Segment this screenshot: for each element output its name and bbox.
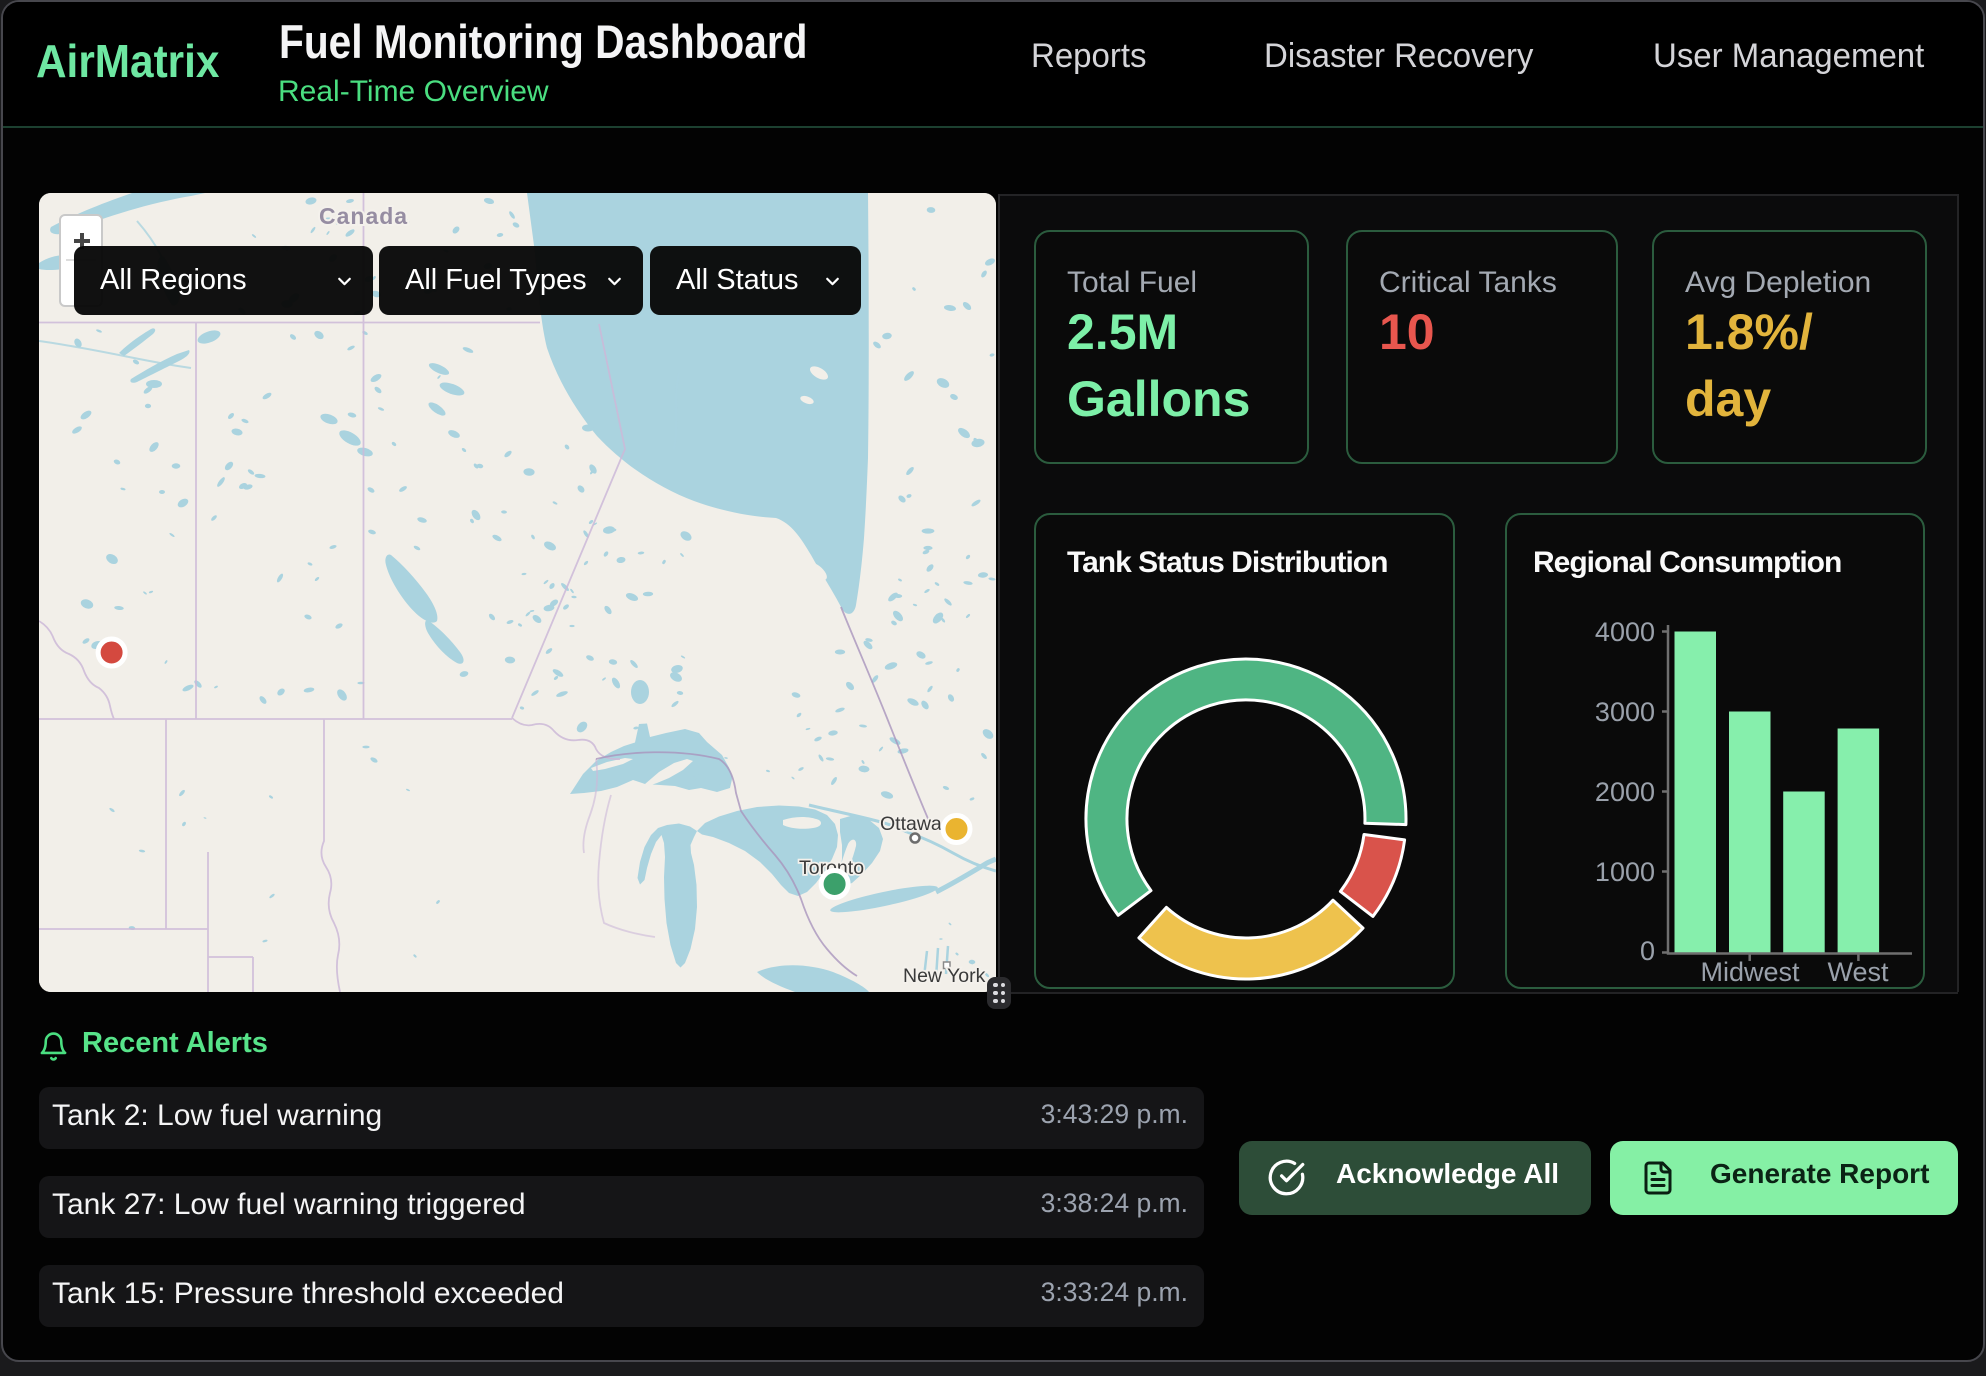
svg-text:Midwest: Midwest	[1700, 957, 1800, 987]
svg-text:4000: 4000	[1595, 617, 1655, 647]
svg-text:West: West	[1827, 957, 1889, 987]
svg-text:1000: 1000	[1595, 857, 1655, 887]
svg-text:Ottawa: Ottawa	[880, 813, 942, 835]
svg-text:0: 0	[1640, 936, 1655, 966]
svg-text:2000: 2000	[1595, 777, 1655, 807]
svg-text:Canada: Canada	[319, 203, 408, 229]
svg-text:3000: 3000	[1595, 697, 1655, 727]
svg-text:New York: New York	[903, 965, 986, 987]
